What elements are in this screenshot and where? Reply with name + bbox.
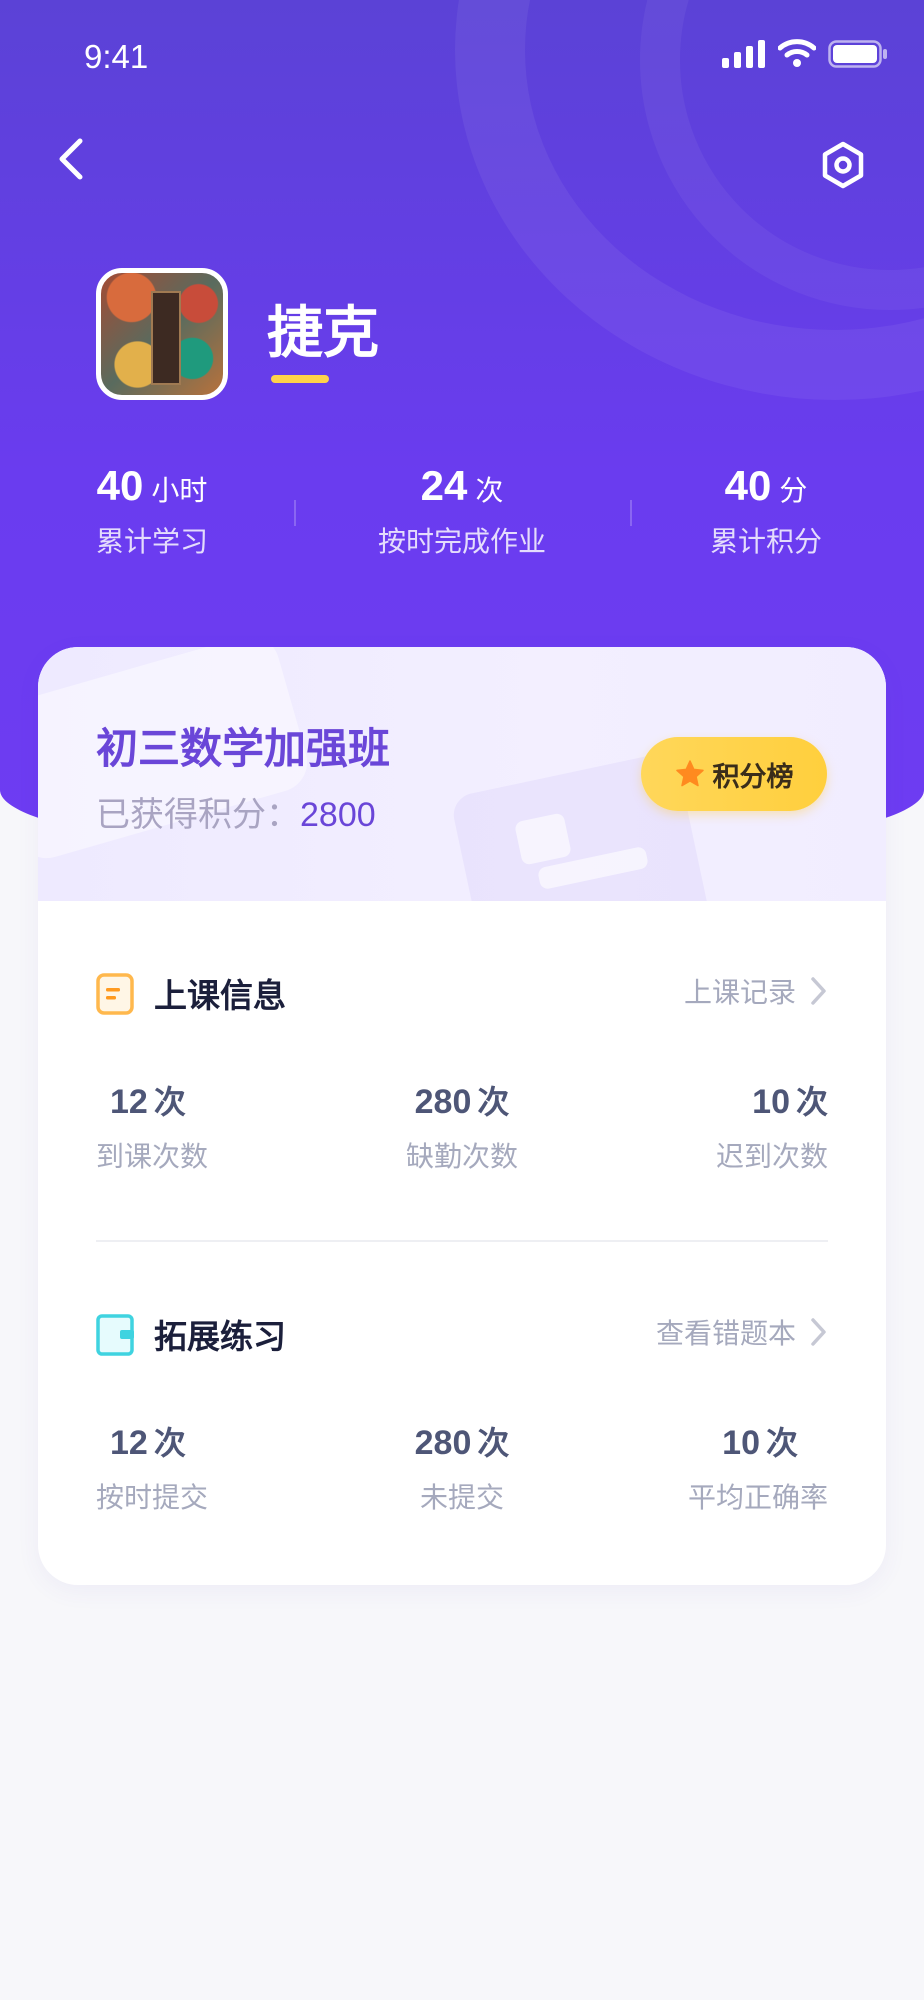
notebook-icon [96, 1314, 134, 1356]
metric-label: 到课次数 [96, 1140, 209, 1173]
stat-divider [630, 500, 632, 526]
metric-value: 280 [414, 1083, 472, 1121]
leaderboard-label: 积分榜 [712, 761, 794, 793]
metric-average-accuracy: 10 次 平均正确率 [628, 1418, 828, 1516]
wifi-icon [778, 39, 816, 67]
stat-divider [294, 500, 296, 526]
stat-unit: 次 [475, 474, 504, 507]
stat-label: 按时完成作业 [377, 525, 546, 558]
chevron-right-icon [811, 977, 826, 1005]
metric-label: 平均正确率 [687, 1481, 828, 1514]
mistake-book-link[interactable]: 查看错题本 [656, 1312, 828, 1352]
chevron-right-icon [811, 1318, 826, 1346]
stat-homework-on-time: 24 次 按时完成作业 [362, 462, 562, 560]
cellular-signal-icon [722, 40, 765, 68]
avatar[interactable] [96, 268, 228, 400]
metric-label: 缺勤次数 [405, 1140, 518, 1173]
metric-unit: 次 [765, 1424, 798, 1462]
stat-label: 累计学习 [96, 525, 209, 558]
attendance-link-label: 上课记录 [683, 976, 796, 1009]
class-card: 初三数学加强班 已获得积分：2800 积分榜 上课信息 上课记录 12 次 到课次… [38, 647, 886, 1585]
stat-study-hours: 40 小时 累计学习 [96, 462, 208, 560]
section-divider [96, 1240, 828, 1242]
attendance-title: 上课信息 [154, 976, 286, 1015]
practice-title: 拓展练习 [154, 1317, 286, 1356]
points-label: 已获得积分： [96, 795, 300, 835]
attendance-section-header: 上课信息 上课记录 [96, 967, 828, 1017]
metric-unit: 次 [153, 1424, 186, 1462]
metric-unit: 次 [795, 1083, 828, 1121]
back-icon[interactable] [52, 136, 92, 182]
metric-value: 280 [414, 1424, 472, 1462]
leaderboard-button[interactable]: 积分榜 [641, 737, 827, 811]
metric-not-submitted: 280 次 未提交 [362, 1418, 562, 1516]
metric-on-time-submission: 12 次 按时提交 [96, 1418, 296, 1516]
metric-unit: 次 [477, 1424, 510, 1462]
metric-absence-count: 280 次 缺勤次数 [362, 1077, 562, 1175]
metric-value: 10 [722, 1424, 760, 1462]
stat-unit: 分 [779, 474, 808, 507]
metric-label: 迟到次数 [715, 1140, 828, 1173]
stat-label: 累计积分 [710, 525, 823, 558]
metric-late-count: 10 次 迟到次数 [628, 1077, 828, 1175]
metric-value: 12 [110, 1083, 148, 1121]
battery-icon [828, 40, 887, 68]
metric-value: 12 [110, 1424, 148, 1462]
stat-unit: 小时 [151, 474, 208, 507]
user-name: 捷克 [267, 301, 379, 366]
practice-section-header: 拓展练习 查看错题本 [96, 1308, 828, 1358]
points-earned: 已获得积分：2800 [96, 787, 376, 836]
metric-unit: 次 [477, 1083, 510, 1121]
points-value: 2800 [300, 796, 376, 834]
stat-value: 40 [724, 462, 772, 509]
metric-value: 10 [752, 1083, 790, 1121]
document-icon [96, 973, 134, 1015]
stat-value: 24 [420, 462, 468, 509]
settings-icon[interactable] [818, 140, 868, 190]
practice-link-label: 查看错题本 [655, 1317, 796, 1350]
avatar-image [151, 291, 181, 385]
name-underline [271, 375, 329, 383]
class-card-header: 初三数学加强班 已获得积分：2800 积分榜 [38, 647, 886, 901]
metric-attendance-count: 12 次 到课次数 [96, 1077, 296, 1175]
metric-label: 未提交 [419, 1481, 504, 1514]
stat-value: 40 [96, 462, 144, 509]
attendance-records-link[interactable]: 上课记录 [684, 971, 828, 1011]
star-icon [675, 760, 704, 787]
stat-total-points: 40 分 累计积分 [710, 462, 822, 560]
class-name: 初三数学加强班 [96, 724, 391, 773]
status-time: 9:41 [84, 38, 149, 75]
metric-unit: 次 [153, 1083, 186, 1121]
metric-label: 按时提交 [96, 1481, 209, 1514]
